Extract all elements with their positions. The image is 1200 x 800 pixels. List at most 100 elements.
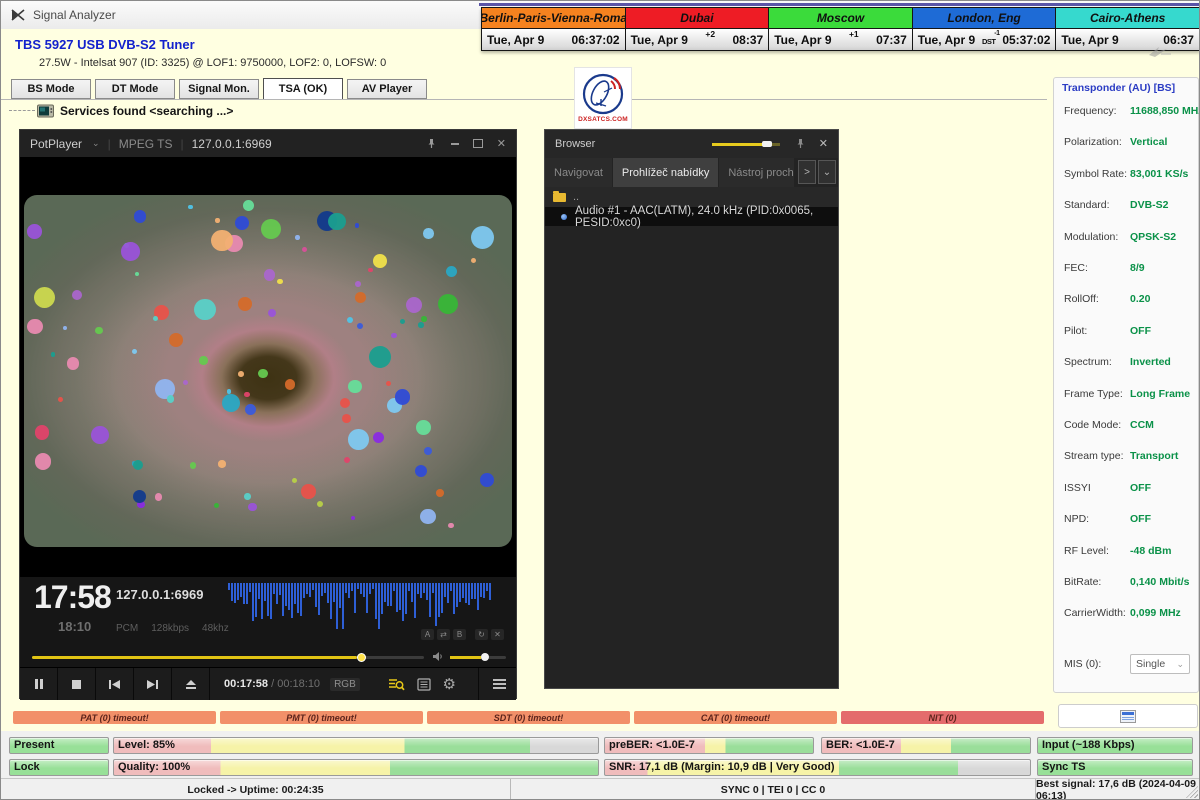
- color-mode-badge: RGB: [330, 678, 360, 691]
- spectrum-bar: [444, 583, 446, 597]
- video-dot: [188, 205, 192, 209]
- meter-label: Lock: [14, 761, 40, 773]
- spectrum-bar: [366, 583, 368, 613]
- ts-view-button[interactable]: [1058, 704, 1198, 728]
- scan-search-icon[interactable]: [388, 677, 405, 692]
- spectrum-bar: [399, 583, 401, 610]
- meter-level: Level: 85%: [113, 737, 599, 754]
- spectrum-bar: [315, 583, 317, 607]
- tab-signal-mon[interactable]: Signal Mon.: [179, 79, 259, 99]
- audio-track-item[interactable]: Audio #1 - AAC(LATM), 24.0 kHz (PID:0x00…: [545, 207, 838, 226]
- spectrum-bar: [279, 583, 281, 595]
- video-dot: [244, 493, 250, 499]
- pause-button[interactable]: [20, 668, 58, 700]
- minimize-icon[interactable]: [451, 143, 459, 145]
- spectrum-bar: [408, 583, 410, 591]
- gear-icon[interactable]: ⚙: [443, 675, 456, 693]
- spectrum-bar: [402, 583, 404, 621]
- ts-table-cat-0-timeout: CAT (0) timeout!: [634, 711, 837, 724]
- pin-icon[interactable]: [426, 138, 437, 149]
- transponder-label: NPD:: [1064, 513, 1130, 525]
- tuner-name: TBS 5927 USB DVB-S2 Tuner: [15, 37, 195, 52]
- tab-av-player[interactable]: AV Player: [347, 79, 427, 99]
- seek-knob[interactable]: [357, 653, 366, 662]
- transponder-label: RF Level:: [1064, 545, 1130, 557]
- video-dot: [215, 218, 219, 222]
- transponder-row-bitrate: BitRate:0,140 Mbit/s: [1064, 575, 1194, 589]
- slider-knob[interactable]: [762, 141, 772, 147]
- spectrum-bar: [450, 583, 452, 591]
- tab-tsa-ok[interactable]: TSA (OK): [263, 78, 343, 100]
- ab-button-1[interactable]: ⇄: [437, 629, 450, 640]
- ab-button-3[interactable]: ↻: [475, 629, 488, 640]
- seek-row: [20, 647, 516, 667]
- tab-scroll-next-button[interactable]: >: [798, 160, 816, 184]
- close-icon[interactable]: ✕: [819, 137, 828, 150]
- clock-date: Tue, Apr 9: [1061, 33, 1118, 47]
- browser-tab-2[interactable]: Nástroj procházení titu...: [719, 158, 794, 187]
- volume-icon[interactable]: [432, 651, 444, 662]
- spectrum-bar: [261, 583, 263, 619]
- spectrum-bar: [411, 583, 413, 602]
- video-dot: [348, 429, 369, 450]
- ab-button-4[interactable]: ✕: [491, 629, 504, 640]
- video-dot: [35, 453, 51, 469]
- browser-tab-0[interactable]: Navigovat: [545, 158, 613, 187]
- playlist-icon[interactable]: [417, 678, 431, 691]
- next-button[interactable]: [134, 668, 172, 700]
- dst-label: DST-1: [982, 37, 996, 46]
- ts-table-nit-0: NIT (0): [841, 711, 1044, 724]
- video-dot: [258, 369, 267, 378]
- browser-tab-1[interactable]: Prohlížeč nabídky: [613, 158, 719, 187]
- menu-icon[interactable]: [478, 668, 506, 700]
- tab-list-dropdown-button[interactable]: ⌄: [818, 160, 836, 184]
- chevron-down-icon: ⌄: [1176, 659, 1184, 670]
- video-dot: [153, 316, 158, 321]
- transponder-label: Standard:: [1064, 199, 1130, 211]
- separator: |: [108, 137, 111, 151]
- potplayer-titlebar[interactable]: PotPlayer ⌄ | MPEG TS | 127.0.0.1:6969 ✕: [20, 130, 516, 157]
- tab-bs-mode[interactable]: BS Mode: [11, 79, 91, 99]
- mode-tabs: BS ModeDT ModeSignal Mon.TSA (OK)AV Play…: [11, 79, 427, 100]
- duration-time: 00:18:10: [277, 678, 320, 690]
- spectrum-bar: [282, 583, 284, 616]
- eject-button[interactable]: [172, 668, 210, 700]
- seek-bar[interactable]: [32, 656, 424, 659]
- video-dot: [424, 447, 432, 455]
- spectrum-bar: [429, 583, 431, 617]
- volume-bar[interactable]: [450, 656, 506, 659]
- potplayer-app-name[interactable]: PotPlayer: [30, 137, 82, 151]
- video-dot: [340, 398, 351, 409]
- video-dot: [395, 389, 411, 405]
- transponder-value: QPSK-S2: [1130, 231, 1176, 243]
- volume-knob[interactable]: [481, 653, 489, 661]
- transponder-label: Symbol Rate:: [1064, 168, 1130, 180]
- mis-dropdown[interactable]: Single ⌄: [1130, 654, 1190, 674]
- ab-button-2[interactable]: B: [453, 629, 466, 640]
- pin-icon[interactable]: [795, 138, 806, 149]
- video-dot: [400, 319, 405, 324]
- spectrum-bar: [405, 583, 407, 614]
- video-dot: [302, 247, 307, 252]
- previous-button[interactable]: [96, 668, 134, 700]
- spectrum-bar: [231, 583, 233, 601]
- browser-titlebar[interactable]: Browser ✕: [545, 130, 838, 158]
- ab-button-0[interactable]: A: [421, 629, 434, 640]
- clock-offset-area: +2: [688, 32, 733, 48]
- transponder-row-code-mode: Code Mode:CCM: [1064, 418, 1194, 432]
- clock-city-label: Berlin-Paris-Vienna-Roma: [481, 7, 626, 29]
- clock-time: 06:37:02: [572, 33, 620, 47]
- meter-sync-ts: Sync TS: [1037, 759, 1193, 776]
- clock-offset: +1: [849, 29, 859, 39]
- potplayer-window: PotPlayer ⌄ | MPEG TS | 127.0.0.1:6969 ✕…: [19, 129, 517, 699]
- clock-column-moscow: MoscowTue, Apr 9+107:37: [768, 7, 913, 51]
- maximize-icon[interactable]: [473, 139, 483, 148]
- close-icon[interactable]: ✕: [497, 137, 506, 150]
- video-dot: [167, 395, 175, 403]
- meter-quality: Quality: 100%: [113, 759, 599, 776]
- opacity-slider[interactable]: [712, 143, 780, 146]
- stop-button[interactable]: [58, 668, 96, 700]
- tab-dt-mode[interactable]: DT Mode: [95, 79, 175, 99]
- chevron-down-icon[interactable]: ⌄: [92, 138, 100, 149]
- video-area[interactable]: [20, 157, 516, 577]
